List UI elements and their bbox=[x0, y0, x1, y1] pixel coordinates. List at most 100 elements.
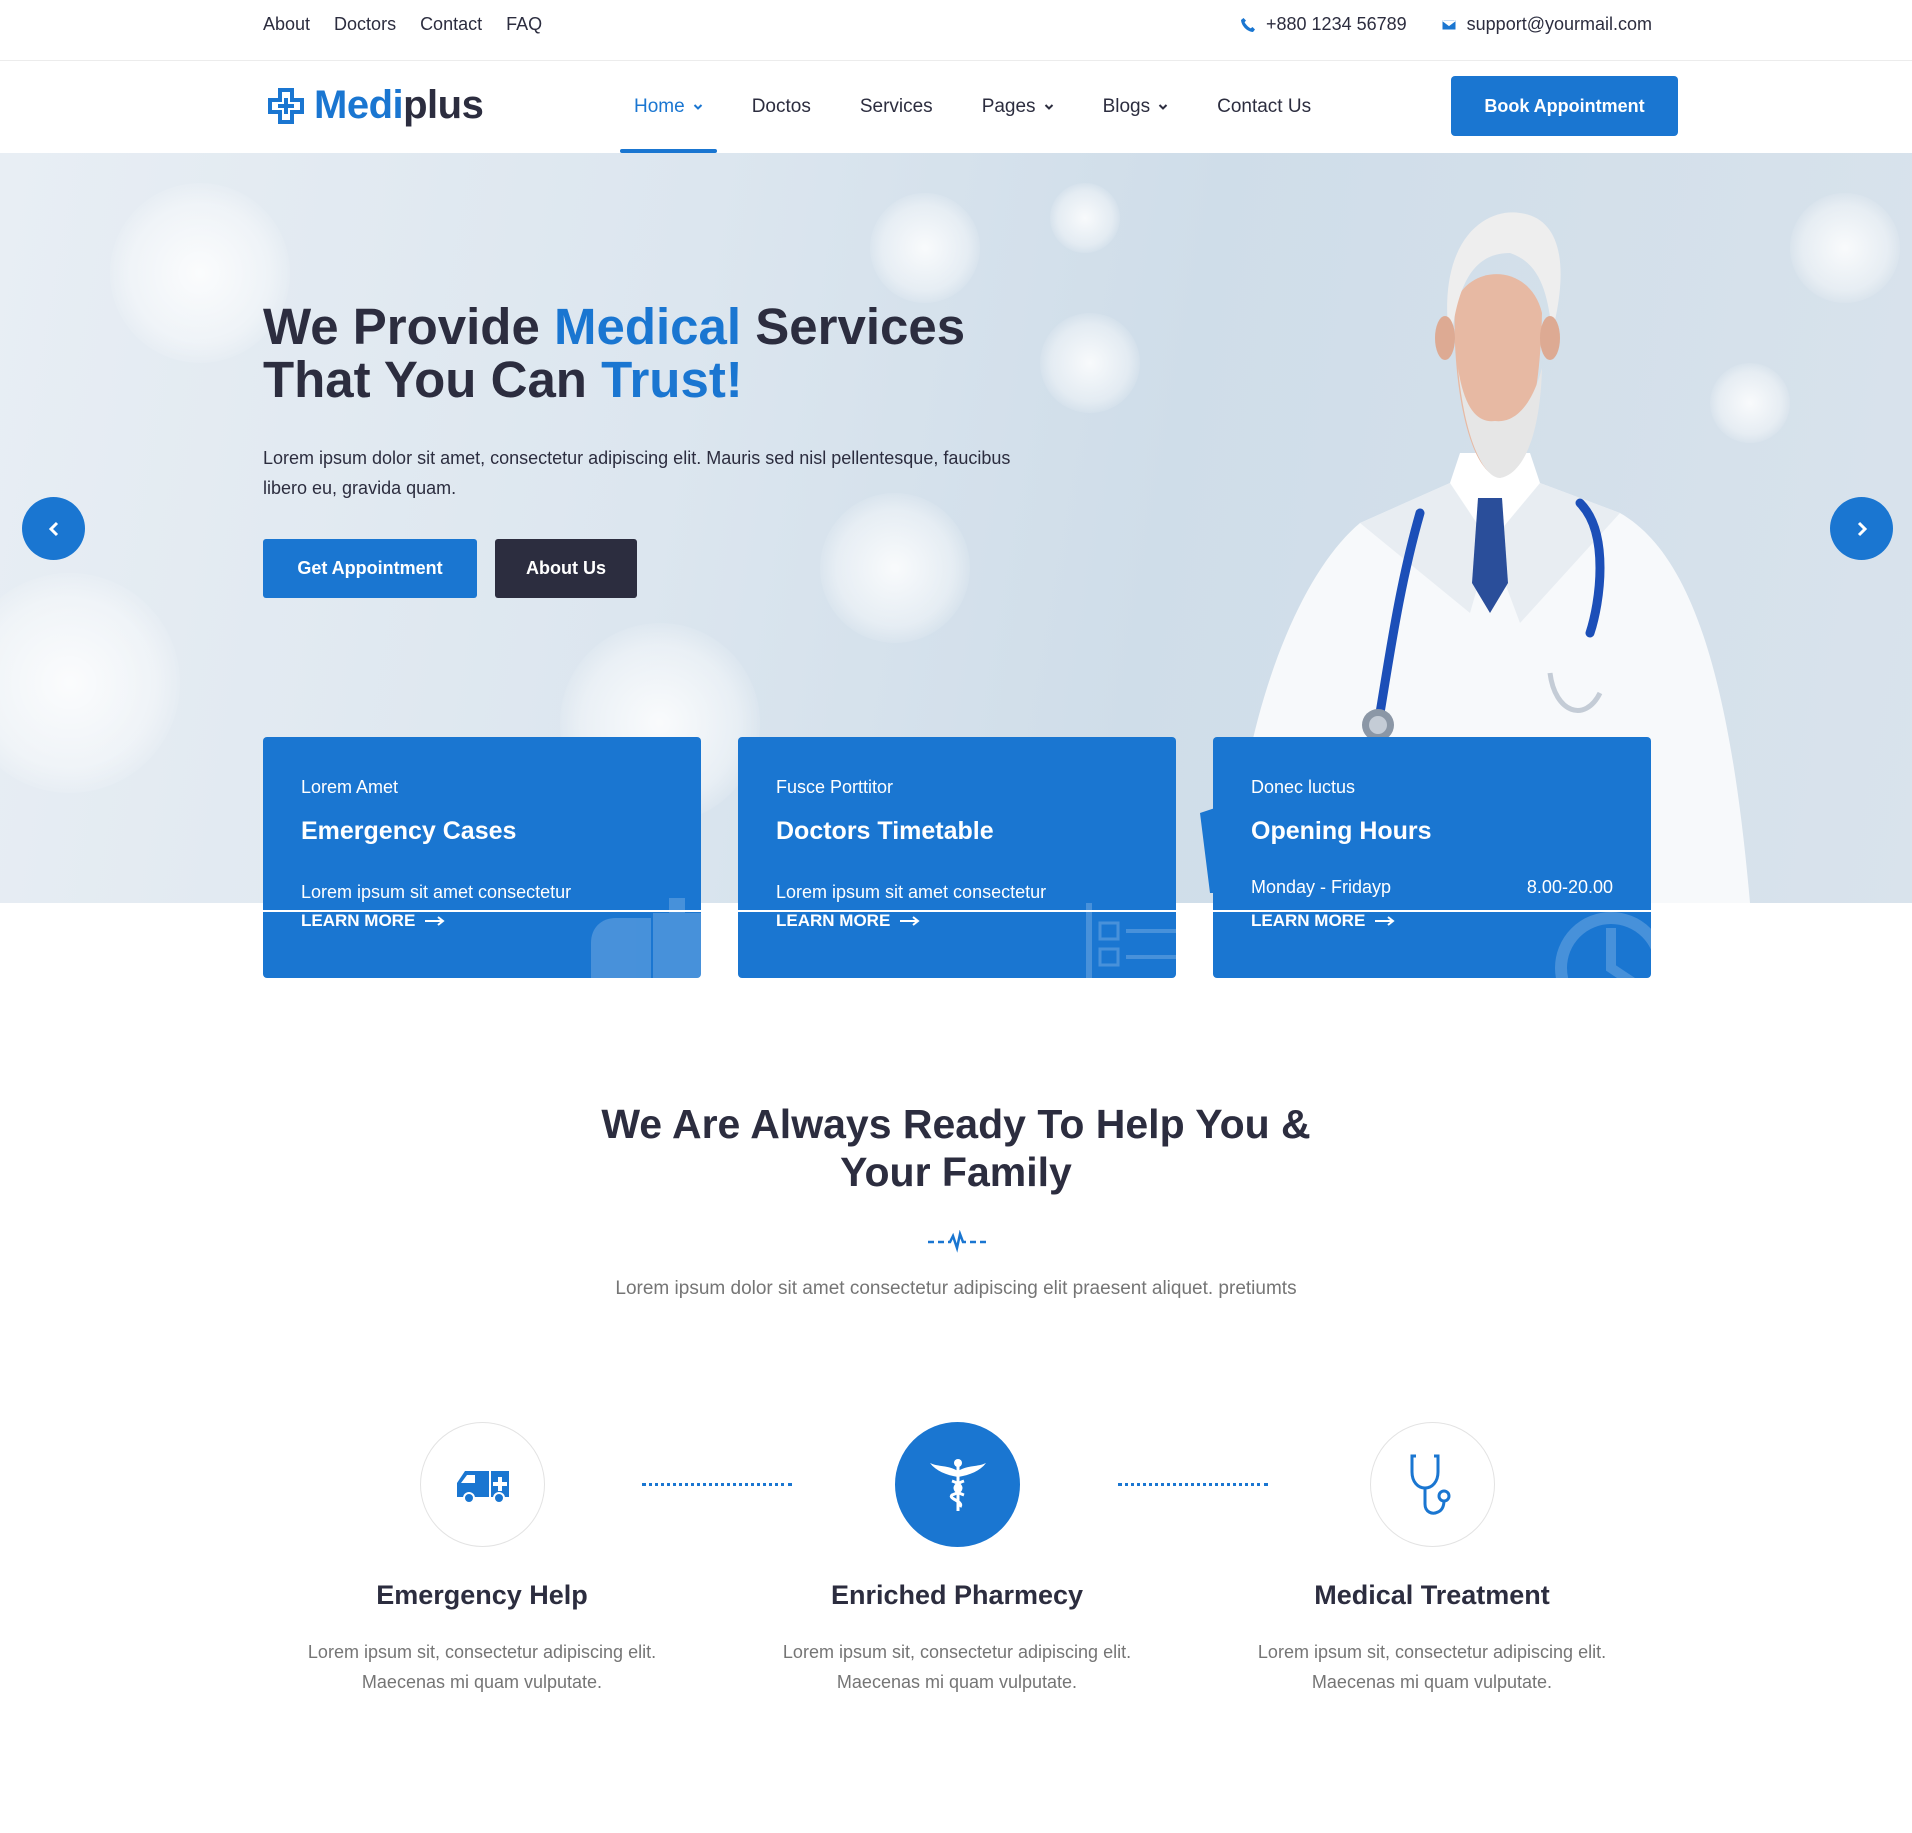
card-description: Lorem ipsum sit amet consectetur bbox=[301, 882, 572, 902]
logo-plus: plus bbox=[403, 83, 484, 127]
envelope-icon bbox=[1441, 19, 1457, 30]
caduceus-icon bbox=[929, 1458, 986, 1511]
arrow-right-icon bbox=[1375, 916, 1395, 926]
nav-pages-label: Pages bbox=[981, 96, 1036, 117]
card-subtitle: Donec luctus bbox=[1251, 777, 1356, 797]
nav-home-label: Home bbox=[634, 96, 685, 117]
top-links: About Doctors Contact FAQ bbox=[263, 14, 542, 35]
book-appointment-button[interactable]: Book Appointment bbox=[1451, 76, 1678, 136]
card-title: Doctors Timetable bbox=[776, 817, 994, 845]
hero-title-line2: That You Can Trust! bbox=[263, 353, 965, 406]
hero-title-part2: Services bbox=[741, 298, 966, 355]
hero-title-line1: We Provide Medical Services bbox=[263, 300, 965, 353]
bokeh-light bbox=[1790, 193, 1900, 303]
feature-title: Enriched Pharmecy bbox=[830, 1580, 1084, 1610]
slider-next-button[interactable] bbox=[1830, 497, 1893, 560]
bokeh-light bbox=[1050, 183, 1120, 253]
main-nav: Home Doctos Services Pages Blogs Contact… bbox=[620, 61, 1346, 153]
feature-medical-treatment-circle[interactable] bbox=[1370, 1422, 1495, 1547]
feature-enriched-pharmecy-circle[interactable] bbox=[895, 1422, 1020, 1547]
opening-days: Monday - Fridayp bbox=[1251, 877, 1392, 897]
dotted-connector bbox=[1118, 1483, 1268, 1486]
card-doctors-timetable: Fusce Porttitor Doctors Timetable Lorem … bbox=[738, 737, 1176, 978]
clock-icon bbox=[1555, 912, 1651, 978]
logo-medi: Medi bbox=[314, 83, 404, 127]
nav-doctos-label: Doctos bbox=[751, 96, 811, 117]
top-link-faq[interactable]: FAQ bbox=[506, 14, 542, 35]
card-description: Lorem ipsum sit amet consectetur bbox=[776, 882, 1047, 902]
ambulance-icon bbox=[456, 1470, 509, 1503]
top-link-contact[interactable]: Contact bbox=[420, 14, 482, 35]
top-link-about[interactable]: About bbox=[263, 14, 310, 35]
about-us-button[interactable]: About Us bbox=[495, 539, 637, 598]
opening-hours-row: Monday - Fridayp 8.00-20.00 bbox=[1251, 877, 1613, 898]
nav-blogs-label: Blogs bbox=[1102, 96, 1151, 117]
nav-contact-us[interactable]: Contact Us bbox=[1203, 61, 1325, 153]
hero-title-highlight2: Trust! bbox=[601, 351, 743, 408]
chevron-down-icon bbox=[1158, 104, 1168, 110]
learn-more-link[interactable]: LEARN MORE bbox=[1251, 911, 1395, 931]
card-subtitle: Fusce Porttitor bbox=[776, 777, 894, 797]
feature-description-line1: Lorem ipsum sit, consectetur adipiscing … bbox=[307, 1642, 657, 1662]
feature-description-line2: Maecenas mi quam vulputate. bbox=[361, 1672, 603, 1692]
chevron-down-icon bbox=[693, 104, 702, 110]
learn-more-label: LEARN MORE bbox=[776, 911, 891, 930]
feature-emergency-help-circle[interactable] bbox=[420, 1422, 545, 1547]
chevron-left-icon bbox=[48, 521, 58, 536]
medical-cross-logo-icon bbox=[268, 87, 304, 124]
feature-description-line1: Lorem ipsum sit, consectetur adipiscing … bbox=[782, 1642, 1132, 1662]
card-title: Opening Hours bbox=[1251, 817, 1432, 845]
feature-description-line2: Maecenas mi quam vulputate. bbox=[836, 1672, 1078, 1692]
learn-more-label: LEARN MORE bbox=[1251, 911, 1366, 930]
bokeh-light bbox=[870, 193, 980, 303]
section-title: We Are Always Ready To Help You & Your F… bbox=[556, 1100, 1356, 1196]
nav-blogs[interactable]: Blogs bbox=[1089, 61, 1183, 153]
nav-services-label: Services bbox=[859, 96, 933, 117]
nav-pages[interactable]: Pages bbox=[968, 61, 1068, 153]
dotted-connector bbox=[642, 1483, 792, 1486]
top-contact: +880 1234 56789 support@yourmail.com bbox=[1240, 14, 1652, 35]
hero-title: We Provide Medical Services That You Can… bbox=[263, 300, 965, 406]
nav-contact-us-label: Contact Us bbox=[1217, 96, 1312, 117]
chevron-right-icon bbox=[1857, 521, 1867, 536]
nav-home[interactable]: Home bbox=[620, 61, 717, 153]
bokeh-light bbox=[820, 493, 970, 643]
feature-description-line1: Lorem ipsum sit, consectetur adipiscing … bbox=[1257, 1642, 1607, 1662]
logo-text: Mediplus bbox=[314, 83, 484, 128]
section-title-line1: We Are Always Ready To Help You & bbox=[601, 1101, 1311, 1147]
bokeh-light bbox=[1040, 313, 1140, 413]
get-appointment-button[interactable]: Get Appointment bbox=[263, 539, 477, 598]
learn-more-link[interactable]: LEARN MORE bbox=[776, 911, 920, 931]
arrow-right-icon bbox=[425, 916, 445, 926]
email-address: support@yourmail.com bbox=[1466, 14, 1652, 34]
phone-icon bbox=[1241, 17, 1255, 32]
arrow-right-icon bbox=[900, 916, 920, 926]
hero-title-highlight1: Medical bbox=[553, 298, 742, 355]
feature-title: Medical Treatment bbox=[1314, 1580, 1550, 1610]
phone-number: +880 1234 56789 bbox=[1266, 14, 1407, 34]
top-link-doctors[interactable]: Doctors bbox=[334, 14, 396, 35]
checklist-icon bbox=[1086, 903, 1176, 978]
feature-description: Lorem ipsum sit, consectetur adipiscing … bbox=[262, 1637, 702, 1697]
nav-doctos[interactable]: Doctos bbox=[738, 61, 825, 153]
card-opening-hours: Donec luctus Opening Hours Monday - Frid… bbox=[1213, 737, 1651, 978]
hero-title-part3: That You Can bbox=[263, 351, 602, 408]
feature-description: Lorem ipsum sit, consectetur adipiscing … bbox=[737, 1637, 1177, 1697]
nav-services[interactable]: Services bbox=[846, 61, 947, 153]
feature-description-line2: Maecenas mi quam vulputate. bbox=[1311, 1672, 1553, 1692]
bokeh-light bbox=[0, 573, 180, 793]
top-email[interactable]: support@yourmail.com bbox=[1441, 14, 1652, 35]
logo[interactable]: Mediplus bbox=[266, 83, 484, 128]
chevron-down-icon bbox=[1044, 104, 1053, 110]
card-emergency-cases: Lorem Amet Emergency Cases Lorem ipsum s… bbox=[263, 737, 701, 978]
section-title-line2: Your Family bbox=[840, 1149, 1072, 1195]
top-phone[interactable]: +880 1234 56789 bbox=[1240, 14, 1407, 35]
section-description: Lorem ipsum dolor sit amet consectetur a… bbox=[615, 1278, 1297, 1299]
card-subtitle: Lorem Amet bbox=[301, 777, 399, 797]
learn-more-link[interactable]: LEARN MORE bbox=[301, 911, 445, 931]
card-title: Emergency Cases bbox=[301, 817, 517, 845]
feature-title: Emergency Help bbox=[376, 1580, 588, 1610]
opening-time: 8.00-20.00 bbox=[1526, 877, 1613, 897]
slider-prev-button[interactable] bbox=[22, 497, 85, 560]
feature-description: Lorem ipsum sit, consectetur adipiscing … bbox=[1212, 1637, 1652, 1697]
